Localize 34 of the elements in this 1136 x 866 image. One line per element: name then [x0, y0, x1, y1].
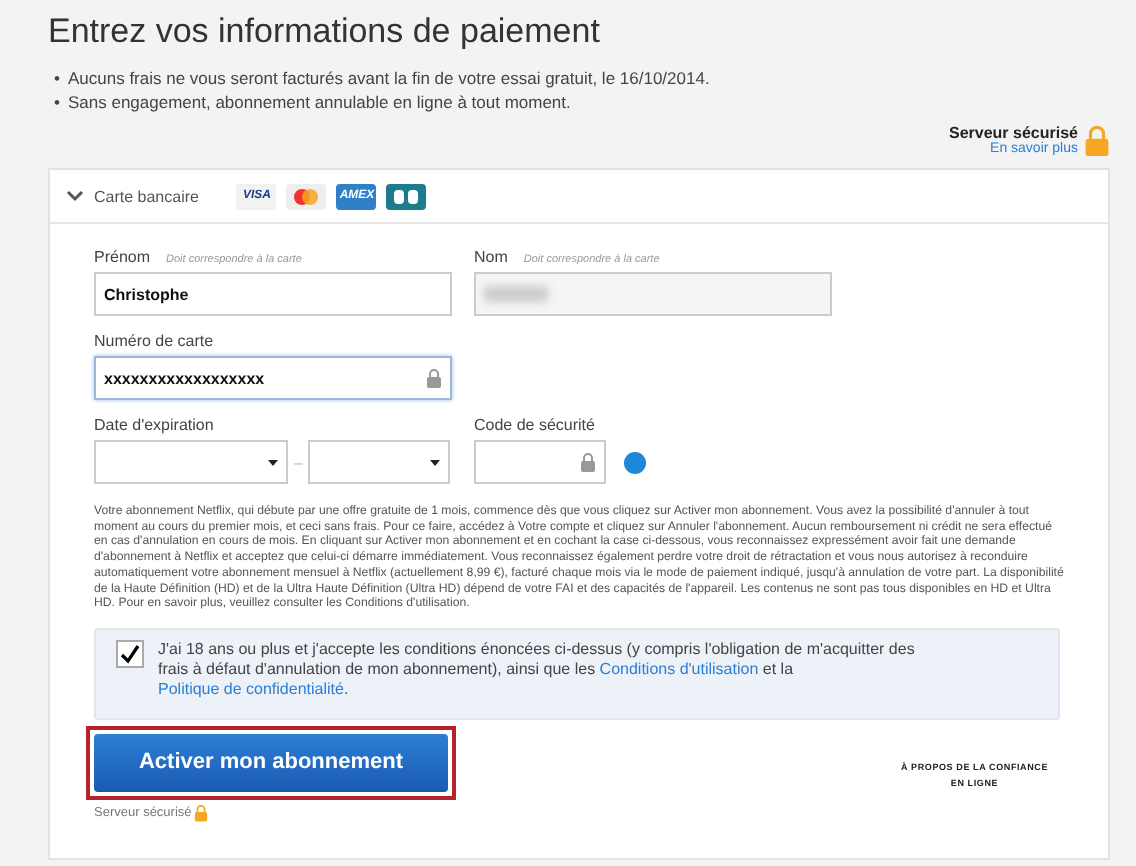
bullet-marker: • — [54, 66, 60, 90]
card-logo — [286, 183, 327, 209]
field-label: Date d'expiration — [94, 416, 214, 434]
page-title: Entrez vos informations de paiement — [48, 10, 602, 54]
info-bullet: Aucuns frais ne vous seront facturés avant la fin de votre essai gratuit, le 16/10/2014. — [67, 66, 710, 90]
padlock-icon — [193, 803, 208, 822]
privacy-link[interactable]: Politique de confidentialité — [158, 679, 344, 698]
secure-server-label: Serveur sécurisé — [949, 124, 1078, 142]
field-label: Code de sécurité — [474, 416, 595, 434]
year-select[interactable] — [308, 440, 451, 484]
bullet-marker: • — [54, 90, 60, 114]
first-name-field[interactable]: Christophe — [94, 272, 452, 316]
field-label: Numéro de carte — [94, 332, 214, 350]
card-number-field[interactable]: xxxxxxxxxxxxxxxxxx — [94, 356, 452, 400]
help-icon[interactable] — [624, 451, 646, 473]
field-label: Prénom — [94, 248, 151, 266]
field-label: Nom — [474, 248, 508, 266]
card-logo — [386, 183, 427, 209]
padlock-icon — [426, 368, 442, 388]
security-code-field[interactable] — [474, 440, 606, 484]
activate-button[interactable]: Activer mon abonnement — [94, 733, 448, 792]
card-type-label: Carte bancaire — [94, 187, 199, 205]
padlock-icon — [580, 452, 596, 472]
date-separator: – — [294, 453, 303, 471]
caret-icon — [430, 459, 441, 465]
chevron-icon[interactable] — [66, 190, 84, 202]
padlock-icon — [1084, 123, 1110, 157]
last-name-field[interactable] — [474, 272, 832, 316]
info-bullet: Sans engagement, abonnement annulable en ligne à tout moment. — [67, 90, 571, 114]
agreement-checkbox[interactable] — [116, 639, 144, 668]
month-select[interactable] — [94, 440, 288, 484]
caret-icon — [268, 459, 278, 465]
terms-link[interactable]: Conditions d'utilisation — [599, 659, 759, 678]
agreement-text: J'ai 18 ans ou plus et j'accepte les conditions énoncées ci-dessus (y compris l'obligation de m'acquitter des frais à défaut d'annulation de mon abonnement), ainsi que les Conditions d'utilisation et la Politique de confidentialité. — [158, 639, 917, 702]
